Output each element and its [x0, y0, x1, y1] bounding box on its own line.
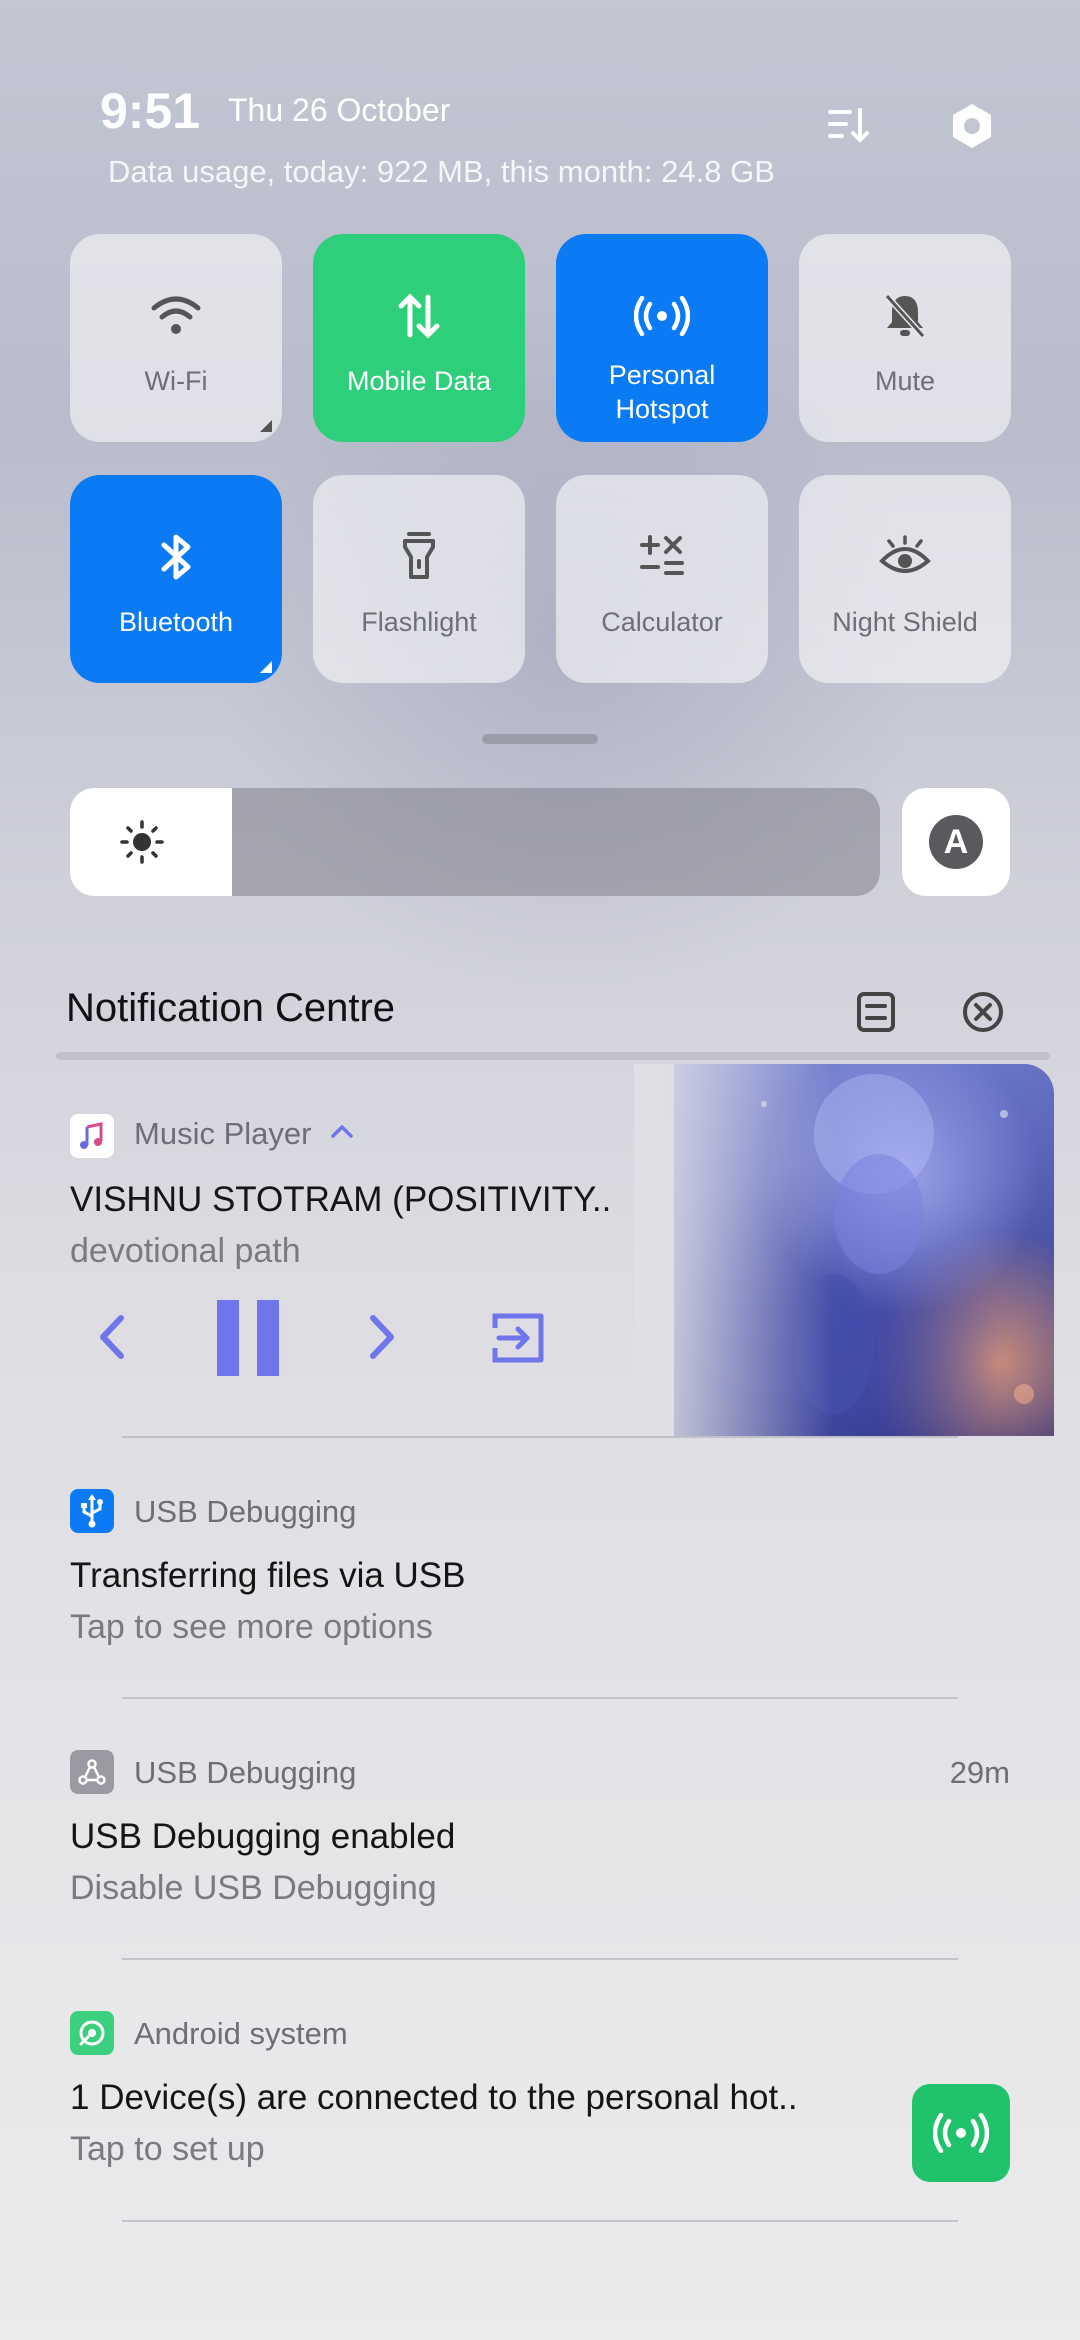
tile-label: Mobile Data: [346, 366, 492, 396]
tile-label: Night Shield: [832, 607, 978, 637]
bell-off-icon: [875, 286, 935, 346]
night-shield-tile[interactable]: Night Shield: [799, 475, 1011, 683]
bluetooth-icon: [146, 527, 206, 587]
track-artist: devotional path: [70, 1232, 301, 1270]
clear-all-icon[interactable]: [955, 984, 1011, 1040]
hotspot-icon: [933, 2113, 989, 2153]
date[interactable]: Thu 26 October: [228, 92, 450, 129]
app-name: USB Debugging: [134, 1494, 357, 1529]
tile-label: Flashlight: [361, 607, 477, 637]
notification-title: USB Debugging enabled: [70, 1817, 456, 1856]
notification-subtitle: Tap to set up: [70, 2130, 265, 2168]
app-name: Music Player: [134, 1116, 312, 1151]
auto-brightness-label: A: [929, 815, 983, 869]
debug-share-icon: [70, 1750, 114, 1794]
exit-player-icon[interactable]: [488, 1308, 548, 1368]
settings-icon[interactable]: [942, 96, 1002, 156]
brightness-slider[interactable]: [70, 788, 880, 896]
data-usage-text[interactable]: Data usage, today: 922 MB, this month: 2…: [108, 154, 775, 190]
personal-hotspot-tile[interactable]: Personal Hotspot: [556, 234, 768, 442]
album-art-fade: [634, 1064, 834, 1436]
pause-button[interactable]: [208, 1298, 288, 1378]
tile-label: Mute: [874, 366, 936, 396]
hotspot-icon: [632, 286, 692, 346]
track-title: VISHNU STOTRAM (POSITIVITY..: [70, 1180, 612, 1219]
sort-icon[interactable]: [818, 96, 878, 156]
divider: [122, 1697, 958, 1699]
app-name: Android system: [134, 2016, 348, 2051]
sun-icon: [120, 820, 164, 869]
divider: [56, 1052, 1050, 1060]
calculator-icon: [632, 527, 692, 587]
divider: [122, 2220, 958, 2222]
calculator-tile[interactable]: Calculator: [556, 475, 768, 683]
eye-icon: [875, 527, 935, 587]
mute-tile[interactable]: Mute: [799, 234, 1011, 442]
tile-label: Personal Hotspot: [608, 360, 716, 424]
next-button[interactable]: [356, 1302, 408, 1372]
notification-title: Transferring files via USB: [70, 1556, 466, 1595]
mobile-data-icon: [389, 286, 449, 346]
wifi-tile[interactable]: Wi-Fi: [70, 234, 282, 442]
expand-corner-icon: [260, 420, 272, 432]
hotspot-action-button[interactable]: [912, 2084, 1010, 2182]
drag-handle[interactable]: [482, 734, 598, 744]
tile-label: Calculator: [601, 607, 723, 637]
music-note-icon: [70, 1114, 114, 1158]
mobile-data-tile[interactable]: Mobile Data: [313, 234, 525, 442]
android-system-icon: [70, 2011, 114, 2055]
previous-button[interactable]: [86, 1302, 138, 1372]
notification-settings-icon[interactable]: [848, 984, 904, 1040]
flashlight-icon: [389, 527, 449, 587]
notification-time: 29m: [949, 1755, 1010, 1790]
chevron-up-icon[interactable]: [330, 1122, 354, 1145]
clock: 9:51: [100, 83, 201, 139]
tile-label: Wi-Fi: [144, 366, 208, 396]
usb-icon: [70, 1489, 114, 1533]
notification-title: 1 Device(s) are connected to the persona…: [70, 2078, 798, 2117]
bluetooth-tile[interactable]: Bluetooth: [70, 475, 282, 683]
wifi-icon: [146, 286, 206, 346]
divider: [122, 1436, 958, 1438]
app-name: USB Debugging: [134, 1755, 357, 1790]
divider: [122, 1958, 958, 1960]
tile-label: Bluetooth: [118, 607, 234, 637]
notification-subtitle: Tap to see more options: [70, 1608, 433, 1646]
auto-brightness-button[interactable]: A: [902, 788, 1010, 896]
music-player-notification[interactable]: Music Player VISHNU STOTRAM (POSITIVITY.…: [56, 1064, 1054, 1436]
notification-centre-title: Notification Centre: [66, 986, 396, 1030]
flashlight-tile[interactable]: Flashlight: [313, 475, 525, 683]
notification-subtitle: Disable USB Debugging: [70, 1869, 437, 1907]
expand-corner-icon: [260, 661, 272, 673]
